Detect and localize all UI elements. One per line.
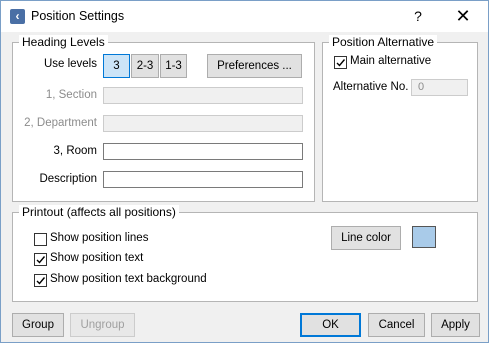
heading-levels-legend: Heading Levels bbox=[19, 35, 108, 50]
ungroup-button: Ungroup bbox=[70, 313, 135, 337]
cancel-button[interactable]: Cancel bbox=[368, 313, 425, 337]
heading-levels-group: Heading Levels Use levels 3 2-3 1-3 Pref… bbox=[12, 35, 315, 202]
group-button[interactable]: Group bbox=[12, 313, 64, 337]
description-label: Description bbox=[39, 173, 97, 185]
section-label: 1, Section bbox=[45, 89, 97, 101]
position-alternative-group: Position Alternative Main alternative Al… bbox=[322, 35, 478, 202]
show-position-text-background-checkbox[interactable] bbox=[34, 274, 47, 287]
position-alternative-legend: Position Alternative bbox=[329, 35, 438, 50]
line-color-swatch[interactable] bbox=[412, 226, 436, 248]
department-label: 2, Department bbox=[24, 117, 97, 129]
dialog-content: Heading Levels Use levels 3 2-3 1-3 Pref… bbox=[1, 32, 488, 342]
alternative-no-field: 0 bbox=[411, 79, 468, 96]
section-field bbox=[103, 87, 303, 104]
main-alternative-checkbox[interactable] bbox=[334, 56, 347, 69]
preferences-button[interactable]: Preferences ... bbox=[207, 54, 302, 78]
printout-legend: Printout (affects all positions) bbox=[19, 205, 179, 220]
show-position-text-background-label: Show position text background bbox=[50, 273, 207, 285]
window-title: Position Settings bbox=[31, 9, 125, 23]
show-position-lines-label: Show position lines bbox=[50, 232, 149, 244]
use-levels-label: Use levels bbox=[43, 58, 97, 70]
level-option-1-3[interactable]: 1-3 bbox=[160, 54, 187, 78]
close-icon[interactable]: ✕ bbox=[448, 4, 478, 28]
main-alternative-label: Main alternative bbox=[350, 55, 432, 67]
department-field bbox=[103, 115, 303, 132]
line-color-button[interactable]: Line color bbox=[331, 226, 401, 250]
checkmark-icon bbox=[36, 277, 46, 285]
title-bar: ‹ Position Settings ? ✕ bbox=[1, 1, 488, 32]
show-position-text-label: Show position text bbox=[50, 252, 144, 264]
room-field[interactable] bbox=[103, 143, 303, 160]
app-icon: ‹ bbox=[10, 9, 25, 24]
apply-button[interactable]: Apply bbox=[431, 313, 480, 337]
printout-group: Printout (affects all positions) Show po… bbox=[12, 205, 478, 302]
ok-button[interactable]: OK bbox=[300, 313, 361, 337]
checkmark-icon bbox=[36, 256, 46, 264]
position-settings-dialog: ‹ Position Settings ? ✕ Heading Levels U… bbox=[0, 0, 489, 343]
show-position-lines-checkbox[interactable] bbox=[34, 233, 47, 246]
alternative-no-label: Alternative No. bbox=[333, 81, 409, 93]
show-position-text-checkbox[interactable] bbox=[34, 253, 47, 266]
level-option-2-3[interactable]: 2-3 bbox=[131, 54, 159, 78]
room-label: 3, Room bbox=[53, 145, 97, 157]
checkmark-icon bbox=[336, 59, 346, 67]
description-field[interactable] bbox=[103, 171, 303, 188]
level-option-3[interactable]: 3 bbox=[103, 54, 130, 78]
help-button[interactable]: ? bbox=[406, 4, 430, 28]
